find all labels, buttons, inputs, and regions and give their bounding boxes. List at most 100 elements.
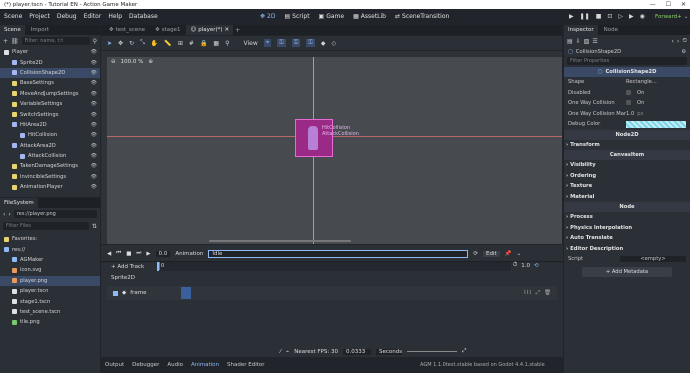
- minimize-button[interactable]: —: [650, 1, 656, 8]
- select-tool-icon[interactable]: ➤: [107, 40, 112, 47]
- tab-audio[interactable]: Audio: [167, 362, 183, 368]
- resource-menu-icon[interactable]: ☰: [592, 38, 597, 45]
- menu-project[interactable]: Project: [29, 13, 50, 20]
- expand-icon[interactable]: ⤢: [462, 348, 466, 355]
- scene-node-item[interactable]: AttackArea2D 👁: [0, 141, 100, 151]
- zoom-out-icon[interactable]: ⊖: [111, 59, 116, 65]
- file-item[interactable]: stage1.tscn: [0, 296, 100, 306]
- key-rot-icon[interactable]: ⚿: [291, 39, 301, 47]
- property-value[interactable]: 1.0 px: [626, 111, 686, 117]
- file-item[interactable]: player.tscn: [0, 286, 100, 296]
- bezier-icon[interactable]: ⁄: [280, 349, 281, 355]
- scale-tool-icon[interactable]: ⤡: [140, 39, 145, 47]
- inspector-section[interactable]: › Material: [564, 192, 690, 203]
- new-resource-icon[interactable]: ▤: [567, 38, 573, 45]
- filesystem-path[interactable]: res://player.png: [13, 210, 97, 218]
- scene-node-item[interactable]: InvincibleSettings 👁: [0, 172, 100, 182]
- inspector-filter-input[interactable]: Filter Properties: [567, 57, 687, 65]
- visibility-eye-icon[interactable]: 👁: [91, 122, 97, 128]
- property-value[interactable]: [626, 120, 686, 128]
- checkbox-icon[interactable]: [626, 100, 631, 106]
- scene-node-item[interactable]: HitArea2D 👁: [0, 120, 100, 130]
- timeline-ruler[interactable]: 0: [157, 262, 511, 271]
- snap-toggle-icon[interactable]: ⌁: [286, 349, 289, 355]
- group-icon[interactable]: ▦: [213, 40, 219, 47]
- add-tab-icon[interactable]: +: [235, 27, 240, 34]
- workspace-2d[interactable]: ✥ 2D: [260, 13, 275, 20]
- move-tool-icon[interactable]: ✥: [118, 40, 123, 47]
- close-button[interactable]: ✕: [681, 1, 686, 8]
- scene-node-item[interactable]: Player 👁: [0, 47, 100, 57]
- snap-value[interactable]: 0.0333: [342, 348, 371, 355]
- close-icon[interactable]: ✕: [225, 27, 230, 33]
- menu-editor[interactable]: Editor: [84, 13, 102, 20]
- snap-icon[interactable]: ⊞: [178, 40, 183, 47]
- track-interp-icon[interactable]: ⌇⌇⌇: [524, 290, 532, 296]
- file-item[interactable]: AGMaker: [0, 255, 100, 265]
- add-track-button[interactable]: + Add Track: [111, 264, 144, 270]
- workspace-scenetransition[interactable]: ⇄ SceneTransition: [395, 13, 449, 20]
- add-metadata-button[interactable]: + Add Metadata: [582, 266, 672, 277]
- tab-import[interactable]: Import: [27, 25, 53, 35]
- delete-track-icon[interactable]: 🗑: [544, 290, 551, 296]
- visibility-eye-icon[interactable]: 👁: [91, 101, 97, 107]
- visibility-eye-icon[interactable]: 👁: [91, 143, 97, 149]
- visibility-eye-icon[interactable]: 👁: [91, 80, 97, 86]
- property-value[interactable]: On: [626, 89, 686, 96]
- visibility-eye-icon[interactable]: 👁: [91, 60, 97, 66]
- maximize-button[interactable]: ☐: [666, 1, 671, 8]
- visibility-eye-icon[interactable]: 👁: [91, 174, 97, 180]
- load-resource-icon[interactable]: ⇩: [576, 38, 581, 45]
- stop-animation-icon[interactable]: ■: [126, 251, 131, 257]
- track-row[interactable]: ◆ frame ⌇⌇⌇ ⤢ 🗑: [107, 286, 557, 300]
- workspace-game[interactable]: ▣ Game: [319, 13, 345, 20]
- animation-length[interactable]: 1.0: [521, 263, 530, 269]
- tab-inspector[interactable]: Inspector: [564, 25, 598, 35]
- property-value[interactable]: Rectangle...: [626, 79, 686, 85]
- zoom-in-icon[interactable]: ⊕: [148, 59, 153, 65]
- file-item[interactable]: icon.svg: [0, 265, 100, 275]
- viewport-scrollbar[interactable]: [209, 240, 351, 242]
- back-icon[interactable]: ‹: [3, 211, 5, 218]
- tab-debugger[interactable]: Debugger: [132, 362, 159, 368]
- tab-shader-editor[interactable]: Shader Editor: [227, 362, 265, 368]
- insert-key-icon[interactable]: ◆: [321, 40, 326, 47]
- play-start-icon[interactable]: ⏭: [136, 250, 141, 257]
- object-menu-icon[interactable]: ⚙: [681, 49, 686, 55]
- filter-icon[interactable]: ⚲: [93, 38, 97, 45]
- scene-filter-input[interactable]: Filter: name, t:t: [21, 37, 90, 45]
- key-icon[interactable]: ⚿: [277, 39, 286, 47]
- bone-icon[interactable]: ⚲: [225, 40, 229, 47]
- track-enabled-checkbox[interactable]: [113, 290, 118, 296]
- history-forward-icon[interactable]: ›: [677, 38, 679, 45]
- history-icon[interactable]: ⏲: [682, 37, 687, 45]
- visibility-eye-icon[interactable]: 👁: [91, 49, 97, 55]
- key-scale-icon[interactable]: ⚿: [306, 39, 315, 47]
- file-item[interactable]: Favorites:: [0, 234, 100, 244]
- canvas-viewport[interactable]: ⊖ 100.0 % ⊕ HitCollision AttackCollision: [101, 51, 562, 244]
- file-item[interactable]: test_scene.tscn: [0, 307, 100, 317]
- play-scene-icon[interactable]: ▷: [618, 13, 623, 20]
- scene-node-item[interactable]: TakenDamageSettings 👁: [0, 161, 100, 171]
- focus-icon[interactable]: ⌖: [263, 39, 272, 47]
- close-panel-icon[interactable]: ⌄: [517, 251, 522, 257]
- property-value[interactable]: On: [626, 100, 686, 106]
- workspace-assetlib[interactable]: ▦ AssetLib: [353, 13, 386, 20]
- scene-tab-stage1[interactable]: ✥ stage1: [151, 27, 184, 33]
- lock-icon[interactable]: 🔒: [200, 40, 207, 47]
- zoom-slider[interactable]: [406, 351, 457, 352]
- tab-output[interactable]: Output: [105, 362, 124, 368]
- track-wrap-icon[interactable]: ⤢: [536, 290, 540, 297]
- inspector-section[interactable]: › Physics Interpolation: [564, 223, 690, 234]
- inspector-section[interactable]: › Ordering: [564, 171, 690, 182]
- visibility-eye-icon[interactable]: 👁: [91, 70, 97, 76]
- menu-database[interactable]: Database: [129, 13, 158, 20]
- inspector-section[interactable]: › Texture: [564, 181, 690, 192]
- script-value[interactable]: <empty>: [620, 256, 686, 263]
- tab-scene[interactable]: Scene: [0, 25, 25, 35]
- inspector-section[interactable]: › Process: [564, 212, 690, 223]
- scene-node-item[interactable]: AnimationPlayer 👁: [0, 182, 100, 192]
- history-back-icon[interactable]: ‹: [672, 38, 674, 45]
- timeline-zoom-icon[interactable]: ⏱: [513, 262, 517, 269]
- grid-icon[interactable]: #: [189, 40, 194, 47]
